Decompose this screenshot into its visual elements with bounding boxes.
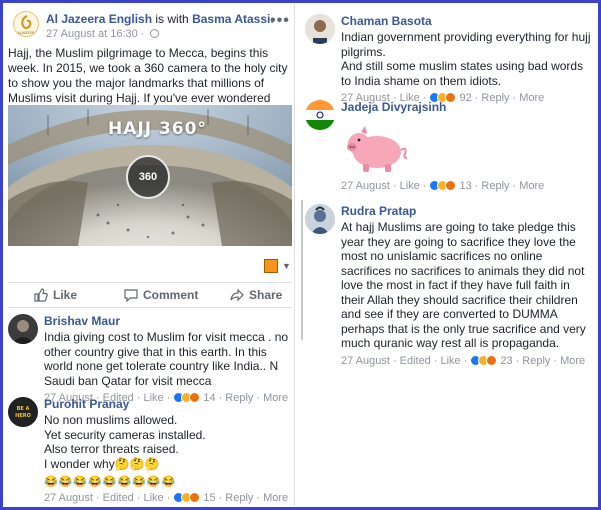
comment-body: Chaman Basota Indian government providin… xyxy=(341,14,595,106)
page-avatar-small-icon[interactable] xyxy=(264,259,278,273)
post-actions-bar: Like Comment Share xyxy=(8,282,292,308)
angry-reaction-icon xyxy=(486,354,498,366)
comment-reply-link[interactable]: Reply xyxy=(481,180,509,192)
reaction-icons[interactable] xyxy=(173,492,201,506)
commenter-avatar[interactable] xyxy=(8,314,38,344)
comment-line: Also terror threats raised. xyxy=(44,442,179,456)
reaction-icons[interactable] xyxy=(470,354,498,369)
reaction-icons[interactable] xyxy=(429,180,457,194)
post-timestamp[interactable]: 27 August at 16:30 · xyxy=(46,28,159,40)
comment-button[interactable]: Comment xyxy=(124,288,199,303)
comment-line: Yet security cameras installed. xyxy=(44,427,206,442)
share-button[interactable]: Share xyxy=(230,288,282,302)
comment-text: No non muslims allowed. Yet security cam… xyxy=(44,413,292,471)
share-arrow-icon xyxy=(230,288,244,302)
svg-text:ALJAZEERA: ALJAZEERA xyxy=(17,31,37,35)
emoji-row: 😂😂😂😂😂😂😂😂😂 xyxy=(44,476,177,488)
page-name-link[interactable]: Al Jazeera English xyxy=(46,12,152,26)
angry-reaction-icon xyxy=(189,492,201,503)
comment-like-link[interactable]: Like xyxy=(143,492,163,504)
reaction-count: 15 xyxy=(203,492,216,504)
comments-column: Chaman Basota Indian government providin… xyxy=(297,4,597,506)
al-jazeera-logo[interactable]: ALJAZEERA xyxy=(13,11,39,37)
comment-body: Jadeja Divyrajsinh 27 August · Like · 13 · Rep… xyxy=(341,100,595,194)
comment-like-link[interactable]: Like xyxy=(440,355,460,367)
commenter-name[interactable]: Chaman Basota xyxy=(341,14,595,28)
commenter-name[interactable]: Purohit Pranay xyxy=(44,397,292,411)
edited-label[interactable]: Edited xyxy=(103,492,134,504)
comment-meta: 27 August · Like · 13 · Reply · More xyxy=(341,180,545,194)
tagged-user-link[interactable]: Basma Atassi xyxy=(192,12,270,26)
comment-line: And still some muslim states using bad w… xyxy=(341,59,584,88)
comment-body: Rudra Pratap At hajj Muslims are going t… xyxy=(341,204,595,369)
comment-date[interactable]: 27 August xyxy=(44,492,93,504)
timestamp-text: 27 August at 16:30 · xyxy=(46,28,145,40)
share-label: Share xyxy=(249,288,283,302)
comment-like-link[interactable]: Like xyxy=(400,180,420,192)
comment-date[interactable]: 27 August xyxy=(341,355,390,367)
comment-body: Purohit Pranay No non muslims allowed. Y… xyxy=(44,397,292,506)
comment-date[interactable]: 27 August xyxy=(341,180,390,192)
comment-meta: 27 August · Edited · Like · 23 · Reply · More xyxy=(341,354,586,369)
comment-text: Indian government providing everything f… xyxy=(341,30,595,88)
is-with-text: is with xyxy=(155,12,189,26)
comment-text: India giving cost to Muslim for visit me… xyxy=(44,330,289,388)
commenter-name[interactable]: Rudra Pratap xyxy=(341,204,595,218)
post-card: ALJAZEERA Al Jazeera English is with Bas… xyxy=(4,4,295,506)
commenter-avatar[interactable] xyxy=(305,14,335,44)
comment-meta: 27 August · Edited · Like · 15 · Reply · More xyxy=(44,492,289,506)
comment-label: Comment xyxy=(143,288,199,302)
commenter-avatar[interactable] xyxy=(305,204,335,234)
reaction-count: 13 xyxy=(459,180,472,192)
pig-sticker xyxy=(341,120,411,176)
more-options-icon[interactable]: ••• xyxy=(270,12,290,30)
commenter-avatar[interactable]: BE A HERO xyxy=(8,397,38,427)
comment-line: Indian government providing everything f… xyxy=(341,30,591,59)
play-360-button[interactable]: 360 xyxy=(126,155,170,199)
like-label: Like xyxy=(53,288,78,302)
globe-icon xyxy=(149,29,159,38)
quote-bar-divider xyxy=(301,200,303,340)
video-thumbnail[interactable]: HAJJ 360° 360 xyxy=(8,105,292,246)
svg-text:BE A: BE A xyxy=(17,406,30,412)
video-title-overlay: HAJJ 360° xyxy=(108,119,207,139)
comment-text: At hajj Muslims are going to take pledge… xyxy=(341,220,586,350)
commenter-avatar[interactable] xyxy=(305,100,335,130)
post-header: ALJAZEERA Al Jazeera English is with Bas… xyxy=(8,8,291,40)
comment-more-link[interactable]: More xyxy=(263,492,288,504)
angry-reaction-icon xyxy=(445,180,457,191)
comment-reply-link[interactable]: Reply xyxy=(522,355,550,367)
comment-line: I wonder why🤔🤔🤔 xyxy=(44,456,160,471)
svg-text:HERO: HERO xyxy=(15,413,31,419)
comment-more-link[interactable]: More xyxy=(560,355,585,367)
comment-line: No non muslims allowed. xyxy=(44,413,178,427)
edited-label[interactable]: Edited xyxy=(400,355,431,367)
reaction-count: 23 xyxy=(500,354,513,367)
post-author-line: Al Jazeera English is with Basma Atassi. xyxy=(46,12,274,26)
thumbs-up-icon xyxy=(34,288,48,302)
chevron-down-icon[interactable]: ▼ xyxy=(282,261,291,271)
post-audience-row: ▼ xyxy=(8,256,292,276)
commenter-name[interactable]: Brishav Maur xyxy=(44,314,292,328)
like-button[interactable]: Like xyxy=(34,288,77,302)
comment-reply-link[interactable]: Reply xyxy=(225,492,253,504)
comment-more-link[interactable]: More xyxy=(519,180,544,192)
comment-body: Brishav Maur India giving cost to Muslim… xyxy=(44,314,292,406)
comment-icon xyxy=(124,289,138,303)
commenter-name[interactable]: Jadeja Divyrajsinh xyxy=(341,100,595,114)
